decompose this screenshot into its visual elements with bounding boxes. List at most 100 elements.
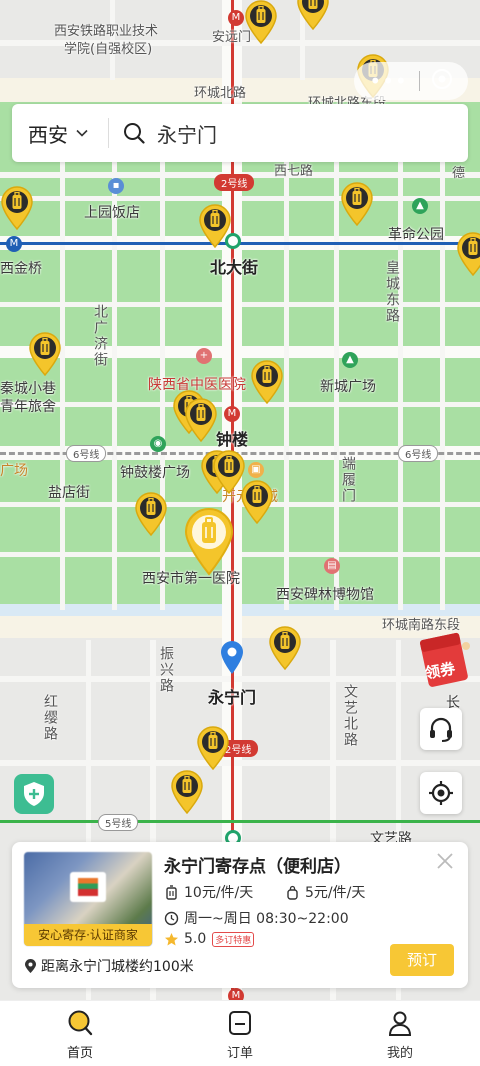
safety-button[interactable] — [14, 774, 54, 814]
miniprogram-capsule[interactable]: ••• — [354, 62, 468, 100]
map-label: 红缨路 — [42, 694, 58, 742]
metro-label-line6: 6号线 — [66, 445, 107, 462]
crosshair-icon — [429, 781, 453, 805]
clock-icon — [164, 911, 179, 925]
close-capsule-icon[interactable] — [431, 68, 453, 94]
map-label: 振兴路 — [158, 646, 174, 694]
camera-icon: ◉ — [150, 436, 166, 452]
city-selector[interactable]: 西安 — [12, 118, 109, 148]
road — [0, 760, 480, 766]
road — [0, 676, 480, 682]
locker-pin-icon[interactable] — [268, 626, 302, 670]
tab-label: 我的 — [386, 1046, 413, 1061]
search-icon — [68, 1010, 93, 1036]
museum-icon: ▤ — [324, 558, 340, 574]
map-label: 文艺北路 — [342, 684, 358, 748]
more-dots-icon[interactable]: ••• — [369, 69, 407, 93]
map-label: 钟鼓楼广场 — [120, 465, 190, 481]
map-label: 德 — [452, 166, 466, 181]
locker-pin-icon[interactable] — [456, 232, 480, 276]
map-label: 盐店街 — [48, 485, 90, 501]
locker-pin-icon[interactable] — [0, 186, 34, 230]
tab-profile[interactable]: 我的 — [320, 1001, 480, 1066]
metro-label-line2: 2号线 — [214, 174, 255, 191]
suitcase-large-icon — [166, 884, 177, 900]
map-label: 西金桥 — [0, 261, 42, 277]
tab-label: 订单 — [226, 1046, 253, 1061]
shopping-icon: ▣ — [248, 462, 264, 478]
metro-label-line5: 5号线 — [98, 814, 139, 831]
map-label: 西安铁路职业技术 — [54, 24, 159, 39]
map-label: 学院(自强校区) — [64, 42, 153, 57]
hotel-icon: ▪ — [108, 178, 124, 194]
shield-icon — [24, 782, 44, 806]
metro-label-line6: 6号线 — [398, 445, 439, 462]
certified-badge: 安心寄存·认证商家 — [24, 924, 152, 946]
map-label: 秦城小巷 — [0, 381, 56, 397]
small-luggage-price: 5元/件/天 — [285, 882, 365, 902]
map-label: 西安碑林博物馆 — [276, 587, 374, 603]
capsule-divider — [418, 71, 420, 91]
tab-label: 首页 — [66, 1046, 93, 1061]
map-label: 环城南路东段 — [382, 618, 461, 633]
search-icon — [124, 123, 145, 144]
map-label: 广场 — [0, 463, 28, 479]
plaza-icon: ▲ — [342, 352, 358, 368]
map-label: 上园饭店 — [84, 205, 140, 221]
star-icon — [165, 932, 178, 945]
chevron-down-icon — [76, 129, 88, 137]
map-label: 端履门 — [340, 456, 356, 504]
price-large-text: 10元/件/天 — [184, 885, 254, 901]
locker-pin-icon[interactable] — [196, 726, 230, 770]
rating: 5.0 多订特惠 — [164, 931, 255, 947]
road — [284, 160, 289, 610]
location-marker-icon — [219, 640, 245, 676]
search-input[interactable]: 永宁门 — [109, 119, 217, 148]
metro-icon: M — [228, 988, 244, 1000]
metro-icon: M — [228, 10, 244, 26]
park-icon: ▲ — [412, 198, 428, 214]
hospital-icon: + — [196, 348, 212, 364]
locker-pin-icon[interactable] — [184, 398, 218, 442]
locker-pin-icon[interactable] — [244, 0, 278, 44]
coupon-button[interactable]: 领券 — [420, 632, 480, 688]
map-label: 新城广场 — [320, 379, 376, 395]
store-title: 永宁门寄存点（便利店） — [164, 857, 351, 877]
map-label: 西七路 — [274, 164, 314, 179]
search-bar[interactable]: 西安 永宁门 — [12, 104, 468, 162]
tab-orders[interactable]: 订单 — [160, 1001, 320, 1066]
large-luggage-price: 10元/件/天 — [164, 882, 253, 902]
map-label: 永宁门 — [208, 688, 257, 707]
map-label: 钟楼 — [216, 430, 249, 449]
locker-pin-icon[interactable] — [250, 360, 284, 404]
locker-pin-icon[interactable] — [296, 0, 330, 30]
locker-pin-icon[interactable] — [240, 480, 274, 524]
map-label: 革命公园 — [388, 227, 444, 243]
customer-service-button[interactable] — [420, 708, 462, 750]
map-pin-icon — [25, 958, 36, 973]
map-label: 北大街 — [210, 258, 259, 277]
metro-icon: M — [224, 406, 240, 422]
opening-hours: 周一~周日 08:30~22:00 — [164, 908, 349, 928]
selected-locker-pin-icon[interactable] — [182, 506, 236, 576]
locker-pin-icon[interactable] — [170, 770, 204, 814]
rating-value: 5.0 — [184, 931, 207, 947]
locker-pin-icon[interactable] — [198, 204, 232, 248]
map-label: 青年旅舍 — [0, 399, 56, 415]
locate-me-button[interactable] — [420, 772, 462, 814]
locker-pin-icon[interactable] — [28, 332, 62, 376]
metro-icon: M — [6, 236, 22, 252]
book-button[interactable]: 预订 — [390, 944, 454, 976]
close-icon[interactable] — [436, 852, 454, 870]
road — [60, 160, 65, 610]
store-info-card[interactable]: 安心寄存·认证商家 永宁门寄存点（便利店） 10元/件/天 5元/件/天 周一~… — [12, 842, 468, 988]
locker-pin-icon[interactable] — [134, 492, 168, 536]
map-label: 北广济街 — [92, 304, 108, 368]
locker-pin-icon[interactable] — [340, 182, 374, 226]
map-label: 皇城东路 — [384, 260, 400, 324]
map-label: 环城北路 — [194, 86, 247, 101]
tab-home[interactable]: 首页 — [0, 1001, 160, 1066]
user-icon — [388, 1011, 412, 1036]
distance-text: 距离永宁门城楼约100米 — [41, 959, 194, 975]
bag-small-icon — [287, 885, 298, 900]
